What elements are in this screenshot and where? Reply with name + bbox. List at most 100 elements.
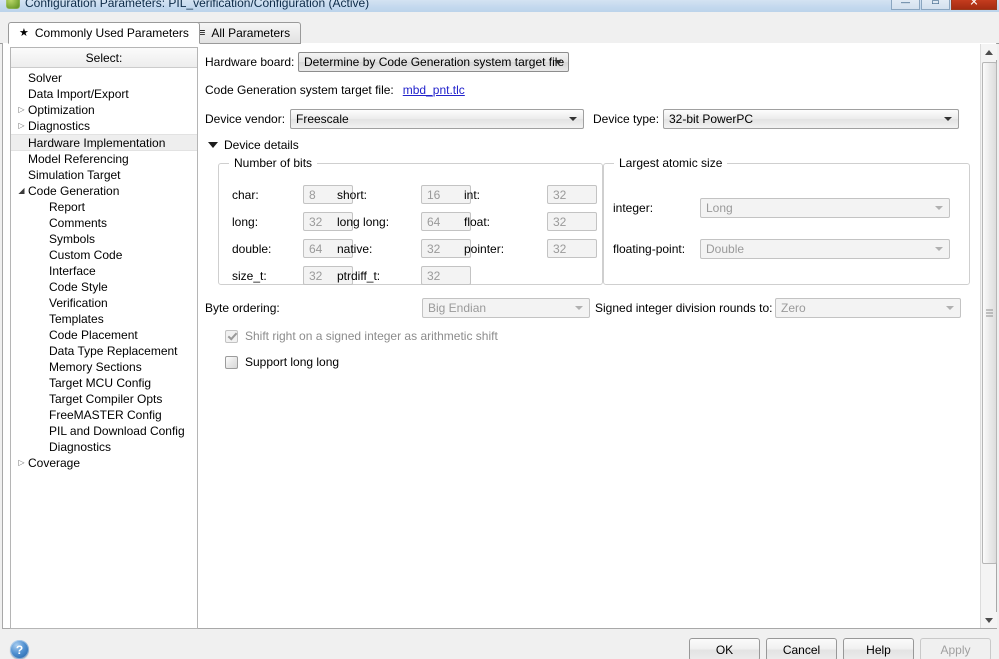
help-info-icon[interactable]: ? — [10, 640, 29, 659]
scrollbar-thumb[interactable] — [982, 62, 997, 564]
shift-right-checkbox-row[interactable]: Shift right on a signed integer as arith… — [225, 329, 498, 343]
tree-item-custom-code[interactable]: Custom Code — [11, 247, 197, 263]
tree-item-label: Model Referencing — [28, 152, 129, 166]
bits-label-short: short: — [337, 188, 368, 202]
tree-item-simulation-target[interactable]: Simulation Target — [11, 167, 197, 183]
chevron-down-icon — [946, 306, 954, 310]
triangle-down-icon — [985, 617, 993, 623]
tree-item-diagnostics[interactable]: Diagnostics — [11, 439, 197, 455]
twisty-collapsed-icon[interactable]: ▷ — [15, 459, 28, 467]
byte-ordering-label: Byte ordering: — [205, 301, 280, 315]
tree-item-report[interactable]: Report — [11, 199, 197, 215]
tree-item-verification[interactable]: Verification — [11, 295, 197, 311]
tree-item-memory-sections[interactable]: Memory Sections — [11, 359, 197, 375]
close-button[interactable]: ✕ — [951, 0, 997, 10]
chevron-down-icon — [935, 206, 943, 210]
tree-item-data-import-export[interactable]: Data Import/Export — [11, 86, 197, 102]
tree-item-pil-and-download-config[interactable]: PIL and Download Config — [11, 423, 197, 439]
atomic-floating-point-value: Double — [706, 242, 745, 256]
signed-division-value: Zero — [781, 301, 806, 315]
twisty-expanded-icon[interactable]: ◢ — [15, 187, 28, 195]
chevron-down-icon — [575, 306, 583, 310]
tree-item-label: Custom Code — [49, 248, 123, 262]
tree-item-code-generation[interactable]: ◢ Code Generation — [11, 183, 197, 199]
tree-item-label: Data Type Replacement — [49, 344, 178, 358]
window-title: Configuration Parameters: PIL_verificati… — [25, 0, 370, 10]
tree-item-interface[interactable]: Interface — [11, 263, 197, 279]
scroll-up-button[interactable] — [981, 44, 997, 60]
help-button[interactable]: Help — [843, 638, 914, 659]
atomic-integer-dropdown[interactable]: Long — [700, 198, 950, 218]
ok-button[interactable]: OK — [689, 638, 760, 659]
bits-label-double: double: — [232, 242, 272, 256]
tree-item-solver[interactable]: Solver — [11, 70, 197, 86]
tree-item-code-style[interactable]: Code Style — [11, 279, 197, 295]
tree-item-model-referencing[interactable]: Model Referencing — [11, 151, 197, 167]
minimize-button[interactable]: — — [891, 0, 920, 10]
device-vendor-row: Device vendor: Freescale — [205, 109, 584, 129]
largest-atomic-size-legend: Largest atomic size — [614, 156, 728, 170]
support-long-long-checkbox[interactable] — [225, 355, 238, 369]
tab-strip: ★ Commonly Used Parameters ≡ All Paramet… — [0, 20, 999, 44]
device-vendor-dropdown[interactable]: Freescale — [290, 109, 584, 129]
tree-item-target-mcu-config[interactable]: Target MCU Config — [11, 375, 197, 391]
device-details-expander[interactable]: Device details — [208, 138, 299, 152]
tree-item-data-type-replacement[interactable]: Data Type Replacement — [11, 343, 197, 359]
hardware-board-label: Hardware board: — [205, 55, 295, 69]
tree-item-target-compiler-opts[interactable]: Target Compiler Opts — [11, 391, 197, 407]
atomic-integer-label: integer: — [613, 201, 654, 215]
tree-item-label: Hardware Implementation — [28, 135, 166, 150]
support-long-long-label: Support long long — [245, 355, 340, 369]
maximize-button[interactable]: ▭ — [921, 0, 950, 10]
largest-atomic-size-group: Largest atomic size integer: Long floati… — [603, 156, 970, 285]
tree-item-diagnostics[interactable]: ▷ Diagnostics — [11, 118, 197, 134]
tab-commonly-used-parameters[interactable]: ★ Commonly Used Parameters — [8, 22, 200, 44]
tree-item-comments[interactable]: Comments — [11, 215, 197, 231]
signed-division-dropdown[interactable]: Zero — [775, 298, 961, 318]
bits-input-int[interactable]: 32 — [547, 185, 597, 204]
atomic-floating-point-dropdown[interactable]: Double — [700, 239, 950, 259]
tree-item-label: Memory Sections — [49, 360, 142, 374]
tree-item-templates[interactable]: Templates — [11, 311, 197, 327]
tree-item-label: Code Style — [49, 280, 108, 294]
star-icon: ★ — [19, 26, 29, 39]
shift-right-checkbox[interactable] — [225, 329, 238, 343]
vertical-scrollbar[interactable] — [980, 44, 997, 628]
tree-body: Solver Data Import/Export ▷ Optimization ▷ Di… — [11, 68, 197, 471]
twisty-collapsed-icon[interactable]: ▷ — [15, 122, 28, 130]
device-details-label: Device details — [224, 138, 299, 152]
tree-item-coverage[interactable]: ▷ Coverage — [11, 455, 197, 471]
bits-input-float[interactable]: 32 — [547, 212, 597, 231]
hardware-board-dropdown[interactable]: Determine by Code Generation system targ… — [298, 52, 569, 72]
tree-item-freemaster-config[interactable]: FreeMASTER Config — [11, 407, 197, 423]
number-of-bits-group: Number of bits char: 8 short: 16 int: 32 long:… — [218, 156, 603, 285]
tree-item-label: Code Generation — [28, 184, 120, 198]
scroll-down-button[interactable] — [981, 612, 997, 628]
device-type-dropdown[interactable]: 32-bit PowerPC — [663, 109, 959, 129]
system-target-file-link[interactable]: mbd_pnt.tlc — [403, 83, 465, 97]
tab-label: All Parameters — [211, 26, 291, 40]
tree-item-label: Report — [49, 200, 86, 214]
bits-input-ptrdiff-t[interactable]: 32 — [421, 266, 471, 285]
tree-item-label: Comments — [49, 216, 108, 230]
select-tree-panel[interactable]: Select: Solver Data Import/Export ▷ Optimiz… — [10, 47, 198, 629]
tree-item-code-placement[interactable]: Code Placement — [11, 327, 197, 343]
device-type-label: Device type: — [593, 112, 660, 126]
twisty-collapsed-icon[interactable]: ▷ — [15, 106, 28, 114]
footer-button-row: OK Cancel Help Apply — [689, 638, 991, 659]
tree-item-label: Diagnostics — [28, 119, 91, 133]
bits-input-pointer[interactable]: 32 — [547, 239, 597, 258]
tree-item-label: Optimization — [28, 103, 95, 117]
tree-item-hardware-implementation[interactable]: Hardware Implementation — [11, 134, 197, 151]
signed-division-row: Signed integer division rounds to: Zero — [595, 298, 961, 318]
tree-item-symbols[interactable]: Symbols — [11, 231, 197, 247]
tree-item-label: Target MCU Config — [49, 376, 152, 390]
cancel-button[interactable]: Cancel — [766, 638, 837, 659]
byte-ordering-dropdown[interactable]: Big Endian — [422, 298, 590, 318]
tree-item-optimization[interactable]: ▷ Optimization — [11, 102, 197, 118]
bits-label-char: char: — [232, 188, 259, 202]
support-long-long-checkbox-row[interactable]: Support long long — [225, 355, 339, 369]
dialog-body: ★ Commonly Used Parameters ≡ All Paramet… — [0, 12, 999, 659]
list-icon: ≡ — [199, 26, 206, 39]
tab-all-parameters[interactable]: ≡ All Parameters — [188, 22, 302, 44]
